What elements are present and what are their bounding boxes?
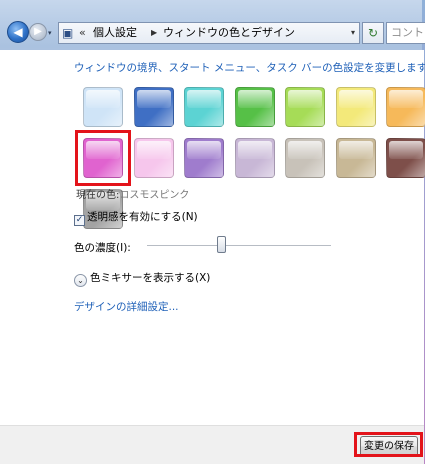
intensity-label: 色の濃度(I): <box>74 242 131 254</box>
color-swatch-lime[interactable] <box>285 87 325 127</box>
history-dropdown-icon[interactable]: ▾ <box>48 29 56 37</box>
current-color-value: コスモスピンク <box>119 190 190 201</box>
navigation-bar: ◀ ▶ ▾ ▣ « 個人設定 ▶ ウィンドウの色とデザイン ▾ ↻ コントロ <box>0 18 425 48</box>
color-mixer-toggle[interactable]: ⌄ 色ミキサーを表示する(X) <box>74 270 210 287</box>
color-swatch-violet-grey[interactable] <box>234 138 275 178</box>
page-headline: ウィンドウの境界、スタート メニュー、タスク バーの色設定を変更します <box>74 62 425 74</box>
chevron-down-icon[interactable]: ⌄ <box>74 274 87 287</box>
color-swatch-blush[interactable] <box>133 138 174 178</box>
transparency-label[interactable]: 透明感を有効にする(N) <box>87 211 198 223</box>
main-content: ウィンドウの境界、スタート メニュー、タスク バーの色設定を変更します 現在の色… <box>0 50 425 425</box>
color-swatch-sky[interactable] <box>83 87 123 127</box>
color-swatch-pumpkin[interactable] <box>386 87 425 127</box>
breadcrumb-separator-icon: ▶ <box>151 28 158 37</box>
refresh-icon[interactable]: ↻ <box>362 22 384 44</box>
address-dropdown-icon[interactable]: ▾ <box>351 27 355 39</box>
save-button-highlight <box>354 432 423 457</box>
intensity-slider-thumb[interactable] <box>216 236 226 253</box>
forward-arrow-icon[interactable]: ▶ <box>29 23 47 41</box>
transparency-option[interactable]: ✓ 透明感を有効にする(N) <box>74 209 198 226</box>
color-swatch-chocolate[interactable] <box>386 138 425 178</box>
color-swatch-lavender[interactable] <box>184 138 224 178</box>
breadcrumb-window-color[interactable]: ウィンドウの色とデザイン <box>163 26 295 40</box>
back-arrow-icon[interactable]: ◀ <box>7 21 29 43</box>
color-swatch-leaf[interactable] <box>234 87 275 127</box>
breadcrumb-personalization[interactable]: 個人設定 <box>93 26 137 40</box>
selected-swatch-highlight <box>75 130 131 186</box>
current-color: 現在の色:コスモスピンク <box>76 186 189 201</box>
color-swatch-lemon[interactable] <box>335 87 376 127</box>
intensity-slider-track[interactable] <box>147 245 331 247</box>
color-swatch-khaki[interactable] <box>335 138 376 178</box>
search-input[interactable]: コントロ <box>386 22 425 44</box>
breadcrumb-overflow-icon[interactable]: « <box>79 26 86 40</box>
color-swatch-taupe[interactable] <box>285 138 325 178</box>
address-bar[interactable]: ▣ « 個人設定 ▶ ウィンドウの色とデザイン ▾ <box>58 22 360 44</box>
control-panel-icon: ▣ <box>62 26 74 40</box>
color-swatch-twilight[interactable] <box>133 87 174 127</box>
advanced-appearance-link[interactable]: デザインの詳細設定... <box>74 299 179 314</box>
color-mixer-label[interactable]: 色ミキサーを表示する(X) <box>90 272 210 284</box>
transparency-checkbox[interactable]: ✓ <box>74 215 85 226</box>
color-swatch-sea[interactable] <box>184 87 224 127</box>
current-color-label: 現在の色: <box>76 190 120 201</box>
